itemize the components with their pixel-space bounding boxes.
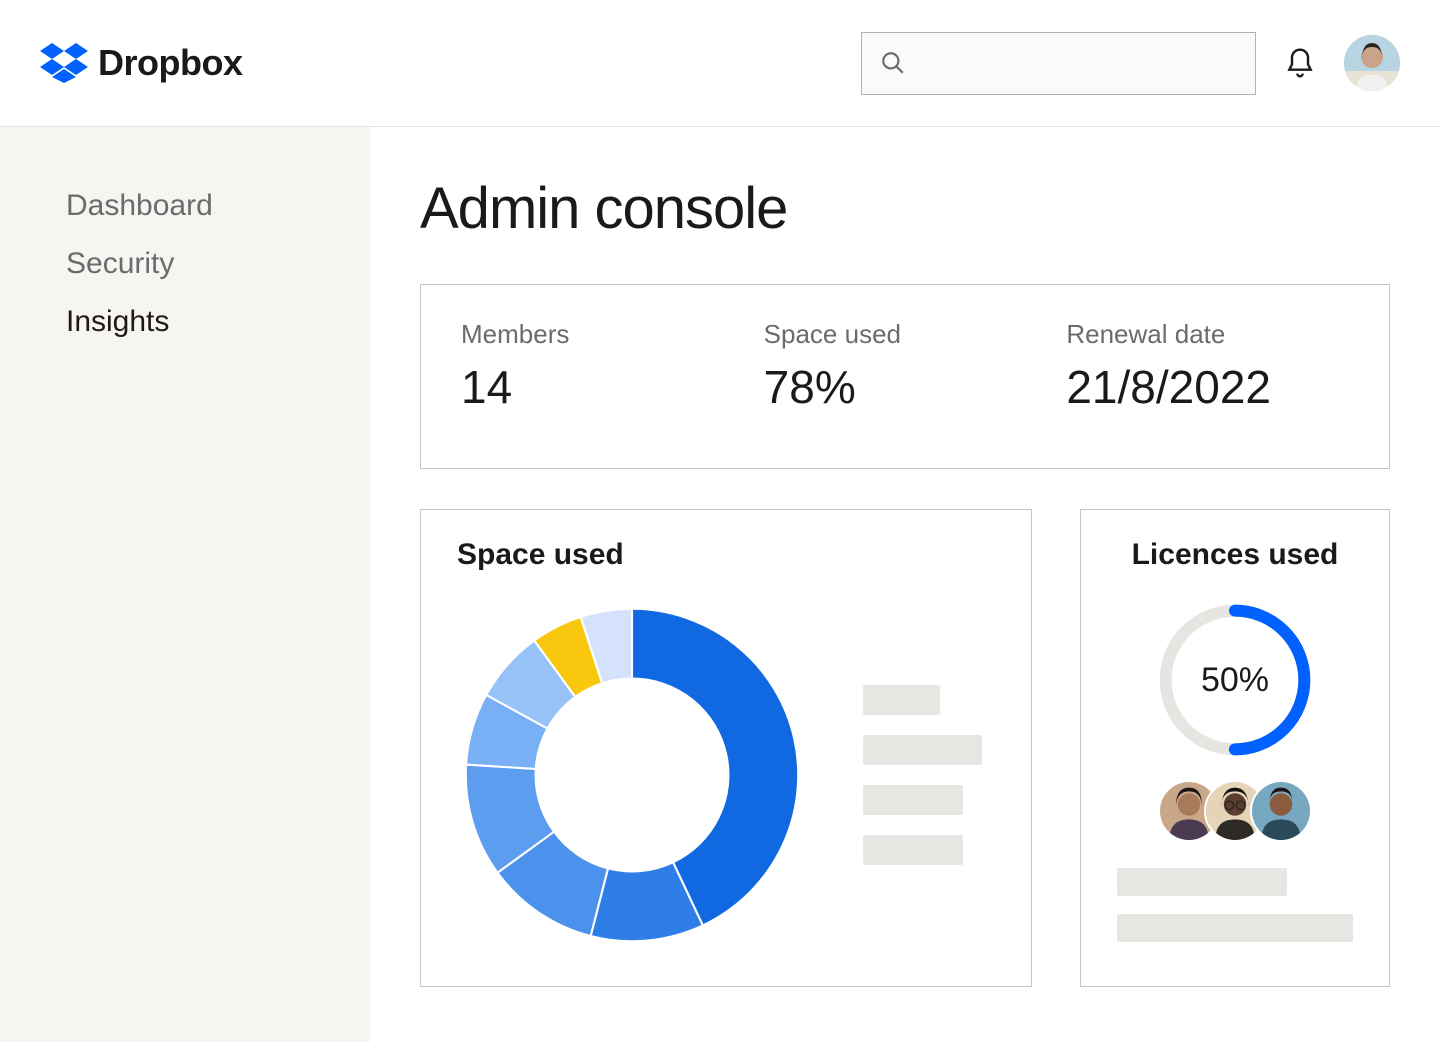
header: Dropbox [0,0,1440,127]
licences-progress-ring: 50% [1155,600,1315,760]
stat-value: 14 [461,360,744,414]
search-box[interactable] [861,32,1256,95]
sidebar-item-label: Security [66,247,174,280]
placeholder-bar [1117,914,1353,942]
sidebar-item-dashboard[interactable]: Dashboard [66,177,213,235]
space-used-donut-chart [457,600,807,950]
stats-card: Members 14 Space used 78% Renewal date 2… [420,284,1390,469]
notifications-button[interactable] [1280,43,1320,83]
placeholder-bar [863,685,940,715]
placeholder-bar [863,785,963,815]
page-title: Admin console [420,175,1390,242]
search-input[interactable] [920,52,1237,75]
legend-placeholder [863,685,995,865]
stat-value: 78% [764,360,1047,414]
panel-title: Licences used [1132,538,1339,572]
stat-members: Members 14 [461,319,744,414]
account-avatar[interactable] [1344,35,1400,91]
sidebar-item-security[interactable]: Security [66,235,174,293]
sidebar: Dashboard Security Insights [0,127,370,1042]
sidebar-item-label: Insights [66,305,169,338]
bell-icon [1284,47,1316,79]
panel-space-used: Space used [420,509,1032,987]
sidebar-item-label: Dashboard [66,189,213,222]
search-icon [880,50,906,76]
placeholder-bar [863,735,982,765]
placeholder-bar [1117,868,1287,896]
stat-label: Space used [764,319,1047,350]
stat-label: Members [461,319,744,350]
member-avatar[interactable] [1250,780,1312,842]
licences-percent-label: 50% [1155,600,1315,760]
member-avatars [1158,780,1312,842]
stat-renewal-date: Renewal date 21/8/2022 [1066,319,1349,414]
stat-label: Renewal date [1066,319,1349,350]
panel-licences-used: Licences used 50% [1080,509,1390,987]
brand-logo[interactable]: Dropbox [40,42,243,84]
placeholder-bar [863,835,963,865]
brand-name: Dropbox [98,42,243,84]
panel-title: Space used [457,538,995,572]
stat-value: 21/8/2022 [1066,360,1349,414]
main-content: Admin console Members 14 Space used 78% … [370,127,1440,1042]
licences-placeholder [1117,868,1353,942]
sidebar-item-insights[interactable]: Insights [66,293,169,351]
dropbox-icon [40,43,88,83]
stat-space-used: Space used 78% [764,319,1047,414]
